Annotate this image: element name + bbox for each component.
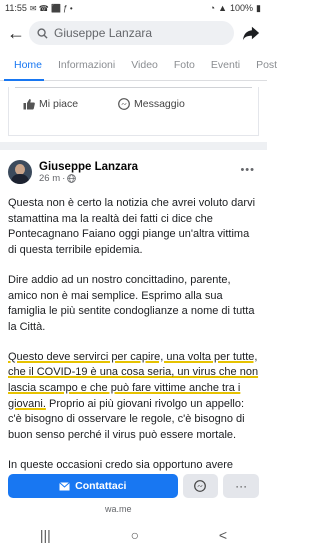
back-icon[interactable]: <: [219, 527, 227, 543]
post-paragraph-1: Questa non è certo la notizia che avrei …: [8, 197, 256, 257]
tab-home[interactable]: Home: [6, 50, 50, 80]
search-input[interactable]: Giuseppe Lanzara: [29, 21, 234, 45]
wifi-icon: ◔: [209, 3, 216, 13]
recent-apps-icon[interactable]: |||: [40, 527, 51, 543]
page-tabs: Home Informazioni Video Foto Eventi Post: [0, 50, 277, 81]
previous-post-card: Mi piace Messaggio: [8, 87, 259, 136]
active-tab-indicator: [4, 79, 44, 81]
envelope-icon: [59, 481, 70, 490]
like-button[interactable]: Mi piace: [23, 98, 78, 110]
status-time: 11:55: [5, 3, 27, 13]
tab-foto[interactable]: Foto: [166, 50, 203, 80]
tab-post[interactable]: Post: [248, 50, 285, 80]
signal-icon: ▲: [218, 3, 228, 13]
top-bar: ← Giuseppe Lanzara: [0, 16, 267, 50]
message-button[interactable]: Messaggio: [118, 98, 185, 110]
search-icon: [37, 27, 48, 39]
search-value: Giuseppe Lanzara: [54, 26, 153, 40]
post-text: Questa non è certo la notizia che avrei …: [8, 196, 259, 489]
messenger-icon: [118, 98, 130, 110]
globe-icon: [67, 173, 77, 183]
battery-percent: 100%: [230, 3, 254, 13]
message-label: Messaggio: [134, 98, 185, 110]
notification-icons: ✉ ☎ ⬛ ƒ •: [29, 3, 73, 13]
post-time[interactable]: 26 m: [39, 173, 60, 184]
more-icon: ···: [235, 479, 248, 493]
contact-label: Contattaci: [75, 480, 127, 492]
divider: [15, 87, 252, 88]
tab-eventi[interactable]: Eventi: [203, 50, 248, 80]
more-options-icon[interactable]: •••: [240, 164, 255, 176]
thumbs-up-icon: [23, 99, 35, 110]
tab-informazioni[interactable]: Informazioni: [50, 50, 123, 80]
post-paragraph-3: Questo deve servirci per capire, una vol…: [8, 350, 259, 444]
status-bar: 11:55 ✉ ☎ ⬛ ƒ • ◔ ▲ 100% ▮: [0, 0, 267, 16]
contact-button[interactable]: Contattaci: [8, 474, 178, 498]
back-arrow-icon[interactable]: ←: [7, 23, 25, 44]
messenger-button[interactable]: [182, 474, 219, 498]
contact-bar: Contattaci ··· wa.me ||| ○ <: [0, 474, 267, 550]
post-paragraph-2: Dire addio ad un nostro concittadino, pa…: [8, 273, 255, 333]
like-label: Mi piace: [39, 98, 79, 110]
share-icon[interactable]: [242, 24, 260, 42]
post-header: Giuseppe Lanzara 26 m · •••: [8, 160, 259, 184]
post-meta: 26 m ·: [39, 173, 138, 184]
messenger-icon: [194, 480, 207, 492]
home-icon[interactable]: ○: [131, 527, 139, 543]
avatar[interactable]: [8, 160, 32, 184]
meta-separator: ·: [62, 172, 66, 184]
battery-icon: ▮: [256, 2, 261, 13]
post: Giuseppe Lanzara 26 m · ••• Questa non è…: [0, 150, 267, 489]
feed-separator: [0, 142, 267, 150]
android-nav-bar: ||| ○ <: [0, 520, 267, 550]
avatar-suit: [11, 174, 29, 184]
more-button[interactable]: ···: [223, 474, 259, 498]
tab-video[interactable]: Video: [123, 50, 166, 80]
post-author[interactable]: Giuseppe Lanzara: [39, 161, 138, 173]
wa-link[interactable]: wa.me: [0, 504, 267, 514]
